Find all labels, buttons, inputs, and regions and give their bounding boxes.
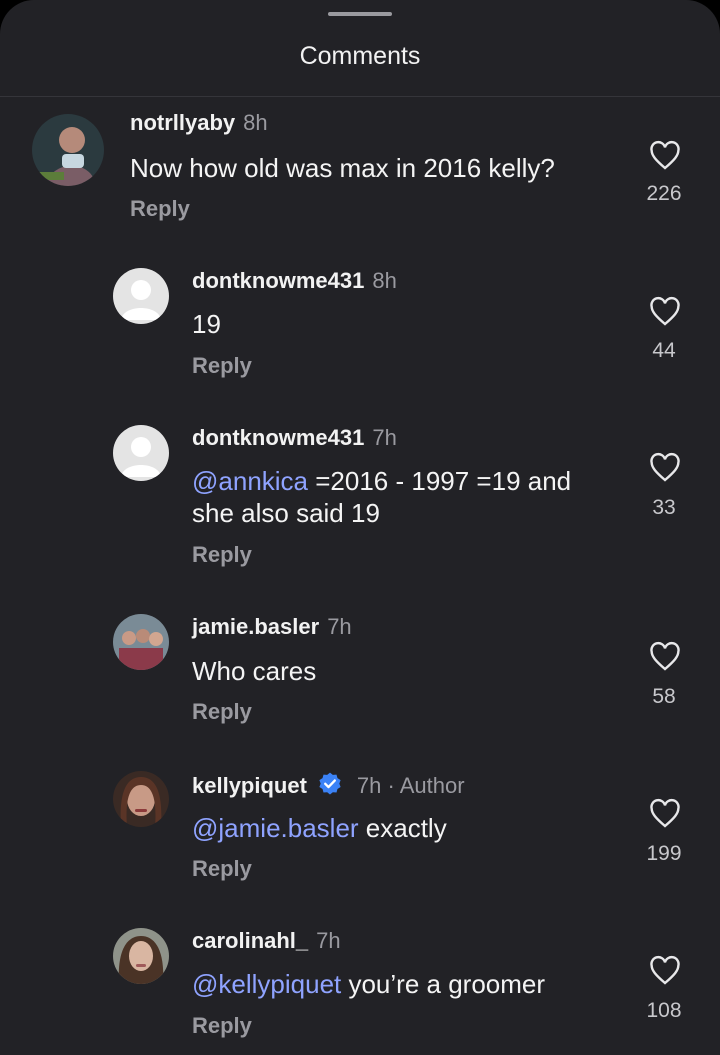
mention-link[interactable]: @annkica	[192, 466, 308, 496]
comment-text: @annkica =2016 - 1997 =19 and she also s…	[192, 466, 572, 528]
heart-icon[interactable]	[648, 452, 682, 484]
comment-time: 7h	[356, 773, 382, 798]
comment-username[interactable]: dontknowme431 8h	[192, 268, 397, 294]
avatar[interactable]	[113, 928, 169, 984]
comment-text: 19	[192, 309, 221, 339]
like-count: 226	[646, 182, 682, 205]
reply-button[interactable]: Reply	[192, 1013, 252, 1039]
heart-icon[interactable]	[648, 955, 682, 987]
comment-username[interactable]: jamie.basler 7h	[192, 614, 352, 640]
mention-link[interactable]: @kellypiquet	[192, 969, 341, 999]
reply-button[interactable]: Reply	[192, 699, 252, 725]
sheet-title: Comments	[299, 42, 421, 70]
comment-time: 7h	[372, 425, 397, 450]
comment-username[interactable]: kellypiquet 7h · Author	[192, 771, 465, 799]
reply-button[interactable]: Reply	[192, 856, 252, 882]
verified-badge-icon	[319, 772, 341, 795]
comment-time: 7h	[327, 614, 352, 639]
comment-time: 7h	[316, 928, 341, 953]
avatar[interactable]	[113, 614, 169, 670]
comment-time: 8h	[243, 110, 268, 135]
like-count: 199	[646, 842, 682, 865]
like-count: 44	[652, 339, 676, 362]
comment-text: Who cares	[192, 656, 317, 686]
like-count: 33	[652, 496, 676, 519]
drag-handle[interactable]	[328, 12, 392, 16]
heart-icon[interactable]	[648, 140, 682, 172]
header-divider	[0, 96, 720, 97]
like-count: 58	[652, 685, 676, 708]
reply-button[interactable]: Reply	[192, 542, 252, 568]
comment-text: Now how old was max in 2016 kelly?	[130, 153, 555, 183]
mention-link[interactable]: @jamie.basler	[192, 813, 359, 843]
like-count: 108	[646, 999, 682, 1022]
heart-icon[interactable]	[648, 641, 682, 673]
heart-icon[interactable]	[648, 296, 682, 328]
avatar[interactable]	[113, 268, 169, 324]
comment-username[interactable]: notrllyaby 8h	[130, 110, 268, 136]
reply-button[interactable]: Reply	[130, 196, 190, 222]
comment-username[interactable]: dontknowme431 7h	[192, 425, 397, 451]
comment-text: @kellypiquet you’re a groomer	[192, 969, 546, 999]
avatar[interactable]	[32, 114, 104, 186]
comment-username[interactable]: carolinahl_ 7h	[192, 928, 341, 954]
comment-text: @jamie.basler exactly	[192, 813, 447, 843]
comments-sheet: Comments notrllyaby 8h Now how old was ma…	[0, 0, 720, 1055]
heart-icon[interactable]	[648, 798, 682, 830]
avatar[interactable]	[113, 425, 169, 481]
comment-time: 8h	[372, 268, 397, 293]
reply-button[interactable]: Reply	[192, 353, 252, 379]
avatar[interactable]	[113, 771, 169, 827]
author-badge: Author	[399, 773, 465, 798]
